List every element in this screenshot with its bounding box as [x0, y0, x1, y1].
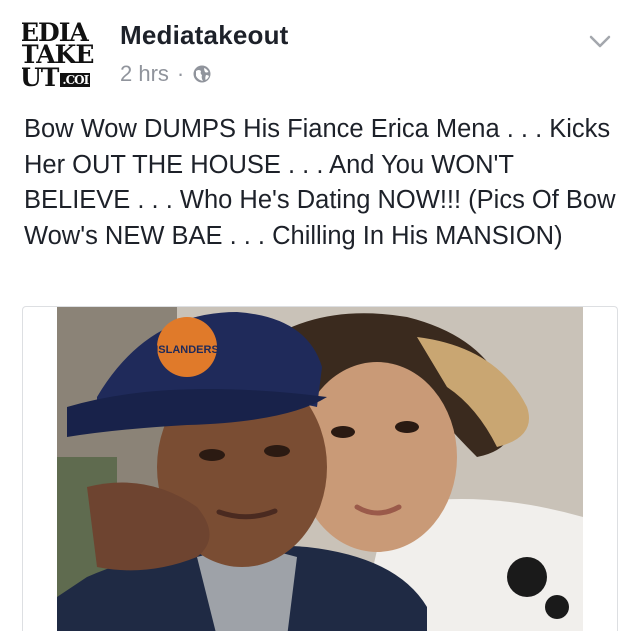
post-timestamp[interactable]: 2 hrs — [120, 61, 169, 87]
cap-logo-text: ISLANDERS — [155, 344, 219, 356]
post-body-text: Bow Wow DUMPS His Fiance Erica Mena . . … — [24, 115, 616, 250]
meta-separator: · — [176, 61, 185, 86]
link-preview-card[interactable]: ISLANDERS — [22, 306, 618, 631]
post-header: EDIA TAKE UT .COI Mediatakeout 2 hrs · — [22, 14, 622, 94]
link-preview-photo[interactable]: ISLANDERS — [57, 307, 583, 631]
page-avatar-logo[interactable]: EDIA TAKE UT .COI — [22, 18, 106, 92]
avatar-logo-suffix: .COI — [60, 72, 91, 87]
chevron-down-icon[interactable] — [588, 34, 612, 50]
facebook-post: EDIA TAKE UT .COI Mediatakeout 2 hrs · Bo… — [0, 0, 640, 631]
avatar-logo-line-3: UT .COI — [22, 63, 91, 92]
post-meta: 2 hrs · — [120, 61, 212, 87]
page-name-link[interactable]: Mediatakeout — [120, 20, 289, 51]
couple-selfie-illustration: ISLANDERS — [57, 307, 583, 631]
avatar-logo-line-3-text: UT — [22, 63, 59, 92]
globe-icon[interactable] — [192, 64, 212, 84]
